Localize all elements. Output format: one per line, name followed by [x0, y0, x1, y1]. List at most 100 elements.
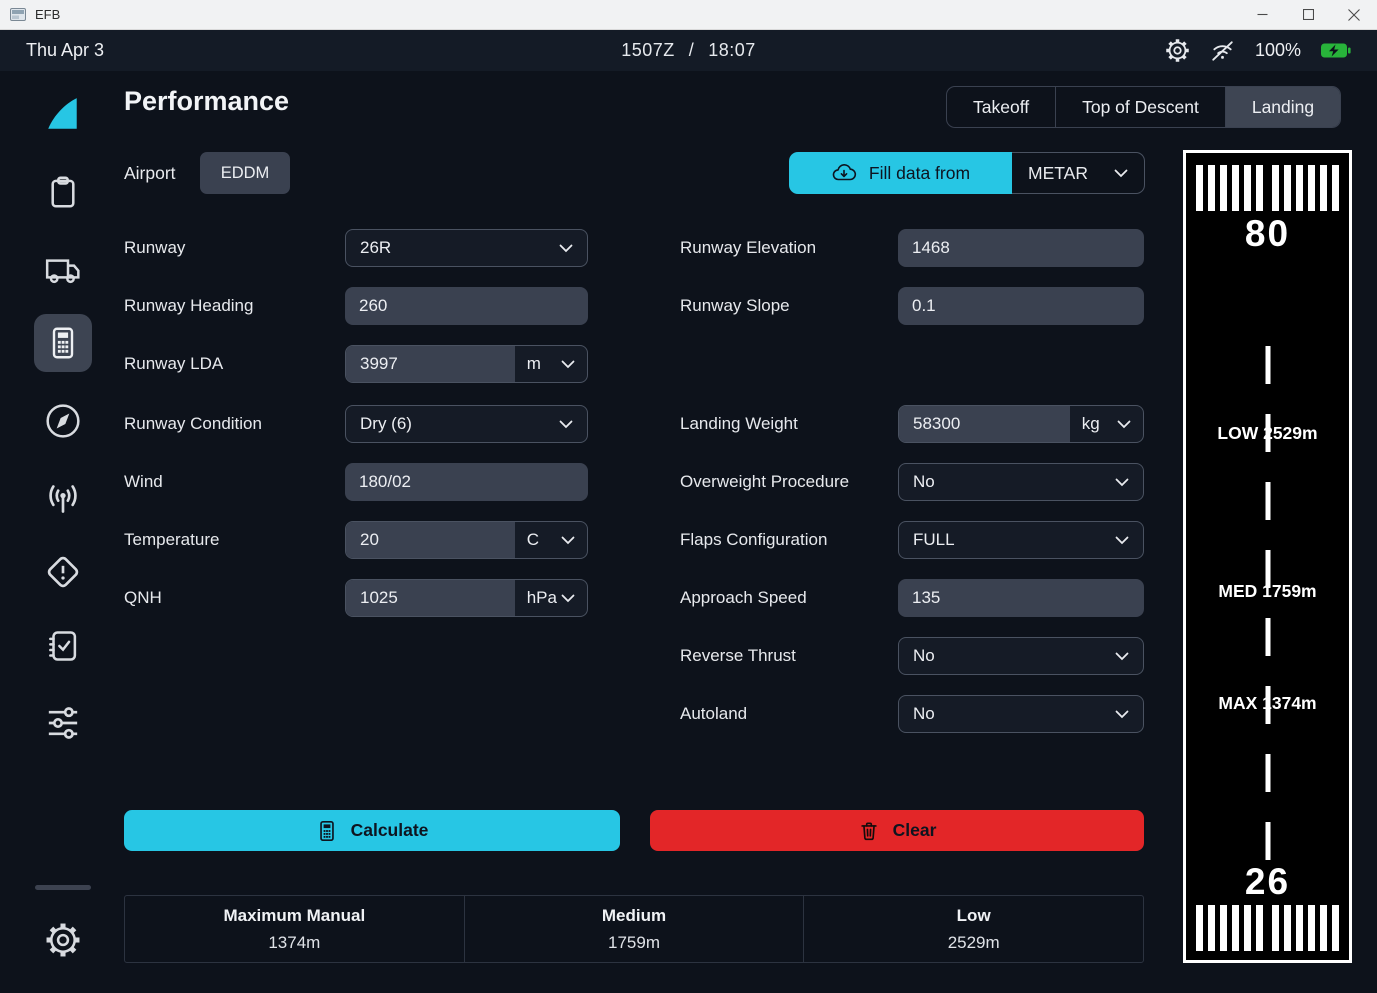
result-label: Maximum Manual	[125, 906, 464, 926]
airport-code-button[interactable]: EDDM	[200, 152, 290, 194]
overweight-procedure-value: No	[913, 472, 935, 492]
zulu-time: 1507Z	[621, 40, 675, 61]
sidebar-item-truck[interactable]	[43, 250, 83, 288]
landing-weight-input[interactable]	[899, 406, 1070, 442]
field-row-runway-slope: Runway Slope	[680, 287, 1144, 325]
page-title: Performance	[124, 86, 289, 117]
threshold-stripe-group	[1196, 165, 1263, 211]
sidebar-item-calculator-active[interactable]	[34, 314, 92, 372]
qnh-unit: hPa	[527, 588, 557, 608]
reverse-thrust-select[interactable]: No	[898, 637, 1144, 675]
result-maximum-manual: Maximum Manual 1374m	[125, 896, 465, 962]
temperature-unit-select[interactable]: C	[515, 522, 587, 558]
window-title: EFB	[35, 7, 60, 22]
runway-elevation-label: Runway Elevation	[680, 238, 816, 258]
runway-lda-unit-select[interactable]: m	[515, 346, 587, 382]
sidebar-item-sliders[interactable]	[43, 704, 83, 742]
tab-top-of-descent[interactable]: Top of Descent	[1056, 87, 1226, 127]
wifi-off-icon	[1209, 39, 1236, 63]
runway-diagram: 80 LOW 2529m MED 1759m MAX 1374m 26	[1183, 150, 1352, 963]
calculate-button[interactable]: Calculate	[124, 810, 620, 851]
runway-select[interactable]: 26R	[345, 229, 588, 267]
qnh-label: QNH	[124, 588, 162, 608]
minimize-button[interactable]	[1239, 0, 1285, 29]
sidebar-item-compass[interactable]	[43, 401, 83, 441]
app-window-icon	[9, 8, 27, 22]
sidebar-item-clipboard[interactable]	[44, 173, 82, 211]
fill-data-from-button[interactable]: Fill data from	[789, 152, 1012, 194]
runway-number-far: 80	[1186, 213, 1349, 255]
overweight-procedure-label: Overweight Procedure	[680, 472, 849, 492]
sidebar-item-checklist[interactable]	[44, 627, 82, 665]
runway-condition-value: Dry (6)	[360, 414, 412, 434]
field-row-runway-elevation: Runway Elevation	[680, 229, 1144, 267]
qnh-unit-select[interactable]: hPa	[515, 580, 587, 616]
field-row-flaps-configuration: Flaps Configuration FULL	[680, 521, 1144, 559]
chevron-down-icon	[1115, 478, 1129, 487]
calculate-label: Calculate	[351, 820, 429, 841]
tab-takeoff[interactable]: Takeoff	[947, 87, 1056, 127]
fill-source-value: METAR	[1028, 163, 1088, 184]
status-bar: Thu Apr 3 1507Z / 18:07 100%	[0, 30, 1377, 71]
wind-input[interactable]	[345, 463, 588, 501]
trash-icon	[858, 819, 880, 843]
status-time: 1507Z / 18:07	[621, 40, 756, 61]
gear-icon	[44, 921, 82, 959]
result-value: 1374m	[125, 933, 464, 953]
close-button[interactable]	[1331, 0, 1377, 29]
tab-landing[interactable]: Landing	[1226, 87, 1340, 127]
battery-charging-icon	[1320, 42, 1351, 59]
landing-weight-unit-select[interactable]: kg	[1070, 406, 1143, 442]
sidebar-item-antenna[interactable]	[43, 479, 83, 519]
temperature-label: Temperature	[124, 530, 219, 550]
runway-heading-input[interactable]	[345, 287, 588, 325]
runway-slope-label: Runway Slope	[680, 296, 790, 316]
wind-label: Wind	[124, 472, 163, 492]
clipboard-icon	[44, 173, 82, 211]
field-row-runway: Runway 26R	[124, 229, 588, 267]
runway-slope-input[interactable]	[898, 287, 1144, 325]
chevron-down-icon	[561, 594, 575, 603]
reverse-thrust-value: No	[913, 646, 935, 666]
runway-lda-input[interactable]	[346, 346, 515, 382]
chevron-down-icon	[1114, 169, 1128, 178]
result-label: Medium	[465, 906, 804, 926]
approach-speed-label: Approach Speed	[680, 588, 807, 608]
field-row-runway-condition: Runway Condition Dry (6)	[124, 405, 588, 443]
field-row-wind: Wind	[124, 463, 588, 501]
clear-button[interactable]: Clear	[650, 810, 1144, 851]
compass-icon	[43, 401, 83, 441]
overweight-procedure-select[interactable]: No	[898, 463, 1144, 501]
settings-gear-icon[interactable]	[1165, 38, 1190, 63]
sidebar-item-settings[interactable]	[44, 921, 82, 959]
field-row-overweight-procedure: Overweight Procedure No	[680, 463, 1144, 501]
runway-condition-select[interactable]: Dry (6)	[345, 405, 588, 443]
runway-number-near: 26	[1186, 861, 1349, 903]
chevron-down-icon	[559, 420, 573, 429]
chevron-down-icon	[561, 360, 575, 369]
flaps-configuration-select[interactable]: FULL	[898, 521, 1144, 559]
fill-source-select[interactable]: METAR	[1012, 152, 1145, 194]
autoland-label: Autoland	[680, 704, 747, 724]
qnh-input[interactable]	[346, 580, 515, 616]
runway-lda-label: Runway LDA	[124, 354, 223, 374]
maximize-button[interactable]	[1285, 0, 1331, 29]
runway-elevation-input[interactable]	[898, 229, 1144, 267]
approach-speed-input[interactable]	[898, 579, 1144, 617]
time-separator: /	[689, 40, 695, 61]
sidebar-item-hazard[interactable]	[43, 552, 83, 592]
field-row-reverse-thrust: Reverse Thrust No	[680, 637, 1144, 675]
autoland-value: No	[913, 704, 935, 724]
autoland-select[interactable]: No	[898, 695, 1144, 733]
runway-condition-label: Runway Condition	[124, 414, 262, 434]
flaps-configuration-label: Flaps Configuration	[680, 530, 827, 550]
temperature-unit: C	[527, 530, 539, 550]
temperature-input[interactable]	[346, 522, 515, 558]
reverse-thrust-label: Reverse Thrust	[680, 646, 796, 666]
local-time: 18:07	[708, 40, 756, 61]
chevron-down-icon	[559, 244, 573, 253]
calculator-icon	[45, 325, 81, 361]
clear-label: Clear	[893, 820, 937, 841]
result-low: Low 2529m	[804, 896, 1143, 962]
flaps-configuration-value: FULL	[913, 530, 955, 550]
